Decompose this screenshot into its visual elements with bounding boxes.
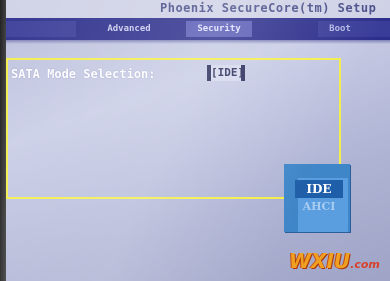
- tab-exit[interactable]: [362, 21, 390, 37]
- popup-option-ide[interactable]: IDE: [295, 180, 343, 198]
- tab-security[interactable]: Security: [186, 21, 252, 37]
- watermark-suffix: .com: [350, 258, 380, 271]
- popup-option-ahci[interactable]: AHCI: [295, 198, 343, 216]
- monitor-bezel: [0, 0, 6, 281]
- watermark-logo: WXIU.com: [289, 249, 380, 273]
- menu-bar-shadow: [0, 40, 390, 44]
- tab-advanced[interactable]: Advanced: [90, 21, 168, 37]
- tab-main[interactable]: [6, 21, 76, 37]
- bios-header: Phoenix SecureCore(tm) Setup: [0, 0, 390, 19]
- tab-boot[interactable]: Boot: [318, 21, 362, 37]
- watermark-main: WXIU: [289, 249, 351, 273]
- bios-title: Phoenix SecureCore(tm) Setup: [160, 1, 377, 15]
- menu-bar: Advanced Security Boot: [0, 18, 390, 40]
- bios-screen: Phoenix SecureCore(tm) Setup Advanced Se…: [0, 0, 390, 281]
